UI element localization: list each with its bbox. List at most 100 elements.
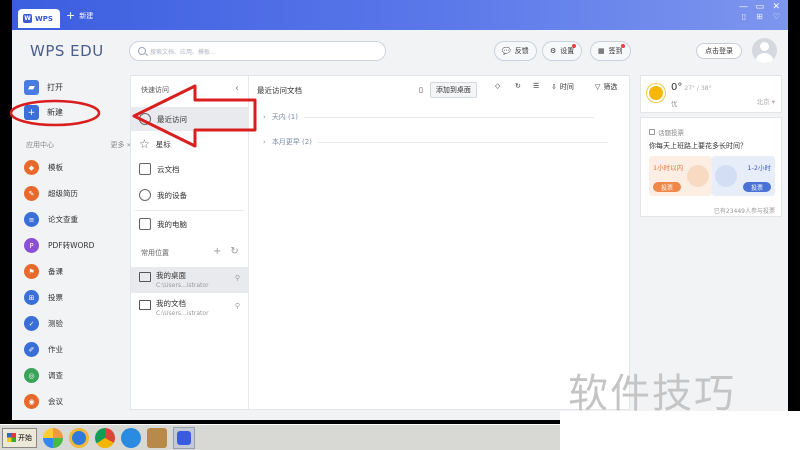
app-icon: ◎ — [24, 368, 39, 383]
nav-new[interactable]: + 新建 — [24, 105, 63, 120]
vote-question: 你每天上班路上要花多长时间？ — [649, 142, 747, 150]
app-item[interactable]: ✓ 测验 — [24, 316, 63, 331]
qq-browser-icon[interactable] — [121, 427, 141, 448]
paint-icon[interactable] — [147, 427, 167, 448]
sun-icon — [649, 86, 663, 100]
quick-access-title: 快速访问 — [141, 86, 169, 94]
group-week[interactable]: › 天内 (1) — [263, 112, 594, 122]
pin-icon[interactable]: ⚲ — [235, 274, 240, 282]
app-item[interactable]: ✎ 超级简历 — [24, 186, 78, 201]
chevron-right-icon: › — [263, 113, 266, 121]
nav-new-label: 新建 — [47, 108, 63, 117]
tab-wps[interactable]: W WPS — [18, 9, 60, 28]
login-button[interactable]: 点击登录 — [696, 43, 742, 59]
divider — [135, 210, 245, 211]
app-item[interactable]: P PDF转WORD — [24, 238, 94, 253]
location-desktop[interactable]: 我的桌面 C:\Users...istrator ⚲ — [131, 267, 248, 293]
grid-icon[interactable]: ⊞ — [756, 12, 763, 21]
location-documents[interactable]: 我的文档 C:\Users...istrator ⚲ — [131, 295, 248, 321]
vote-button[interactable]: 投票 — [653, 182, 681, 192]
app-icon: P — [24, 238, 39, 253]
app-icon: ⊞ — [24, 290, 39, 305]
time-label: 时间 — [559, 83, 574, 91]
app-item[interactable]: ◎ 调查 — [24, 368, 63, 383]
refresh-icon[interactable]: ↻ — [230, 246, 238, 257]
weather-widget[interactable]: 0° 27° / 38° 优 北京 ▾ — [640, 75, 782, 113]
qa-device-label: 我的设备 — [157, 190, 187, 200]
location-path: C:\Users...istrator — [156, 310, 209, 317]
app-item[interactable]: ✐ 作业 — [24, 342, 63, 357]
app-icon: ⚑ — [24, 264, 39, 279]
pin-icon[interactable]: ⚲ — [235, 302, 240, 310]
app-item[interactable]: ◆ 模板 — [24, 160, 63, 175]
wps-logo-icon: W — [23, 14, 32, 23]
qa-computer-label: 我的电脑 — [157, 219, 187, 229]
ie-icon[interactable] — [69, 427, 89, 448]
chevron-left-icon[interactable]: ‹ — [235, 83, 239, 94]
new-tab-button[interactable]: + 新建 — [66, 10, 94, 21]
quick-access-column: 快速访问 ‹ 最近访问 ☆ 星标 云文档 我的设备 我的电脑 常用位置 + ↻ … — [131, 76, 249, 409]
qa-recent[interactable]: 最近访问 — [131, 107, 248, 131]
app-icon: ✓ — [24, 316, 39, 331]
vote-title: 话题投票 — [649, 127, 684, 137]
star-icon: ☆ — [139, 137, 150, 151]
start-button[interactable]: 开始 — [2, 427, 37, 448]
add-to-desktop-label: 添加到桌面 — [429, 82, 477, 98]
tag-icon[interactable]: ◇ — [495, 82, 500, 90]
app-item[interactable]: ⊞ 投票 — [24, 290, 63, 305]
add-icon[interactable]: + — [213, 246, 221, 257]
recent-documents: 最近访问文档 ▯ 添加到桌面 ◇ ↻ ☰ ⇩ 时间 ▽ 筛选 › 天内 (1) … — [249, 76, 629, 409]
group-label: 本月更早 (2) — [271, 138, 312, 146]
skin-icon[interactable]: ♡ — [773, 12, 780, 21]
layout-icon[interactable]: ▯ — [742, 12, 746, 21]
qa-star[interactable]: ☆ 星标 — [131, 132, 248, 156]
sort-time-button[interactable]: ⇩ 时间 — [551, 82, 574, 92]
sort-down-icon: ⇩ — [551, 83, 557, 91]
vote-option-b: 1-2小时 投票 — [712, 156, 775, 196]
screen: W WPS + 新建 — ▭ ✕ ▯ ⊞ ♡ WPS EDU 搜索文档、应用、模… — [0, 0, 800, 450]
search-icon — [138, 47, 146, 55]
qa-cloud[interactable]: 云文档 — [131, 157, 248, 181]
group-month[interactable]: › 本月更早 (2) — [263, 137, 608, 147]
app-label: 超级简历 — [48, 189, 78, 198]
option-label: 1-2小时 — [747, 164, 771, 172]
more-link[interactable]: 更多 » — [110, 140, 131, 150]
temp-range: 27° / 38° — [684, 85, 712, 92]
avatar[interactable] — [752, 38, 777, 63]
filter-button[interactable]: ▽ 筛选 — [595, 82, 617, 92]
app-label: 会议 — [48, 397, 63, 406]
app-icon: ≡ — [24, 212, 39, 227]
city-select[interactable]: 北京 ▾ — [757, 96, 775, 106]
chrome-icon[interactable] — [95, 427, 115, 448]
add-to-desktop-button[interactable]: ▯ 添加到桌面 — [419, 82, 477, 98]
vote-count: 已有23449人参与投票 — [713, 208, 775, 215]
app-item[interactable]: ≡ 论文查重 — [24, 212, 78, 227]
vote-button[interactable]: 投票 — [743, 182, 771, 192]
recent-title: 最近访问文档 — [257, 86, 302, 95]
qa-device[interactable]: 我的设备 — [131, 183, 248, 207]
search-input[interactable]: 搜索文档、应用、模板... — [129, 41, 386, 61]
list-icon[interactable]: ☰ — [533, 82, 539, 90]
nav-open[interactable]: ▰ 打开 — [24, 80, 63, 95]
filter-icon: ▽ — [595, 83, 601, 91]
app-center-label: 应用中心 — [26, 141, 54, 149]
vote-title-label: 话题投票 — [658, 129, 684, 137]
temperature: 0° 27° / 38° — [671, 82, 711, 93]
minimize-icon[interactable]: — — [739, 2, 748, 12]
app-item[interactable]: ⚑ 备课 — [24, 264, 63, 279]
app-store-icon[interactable] — [43, 427, 63, 448]
checkin-button[interactable]: ▦ 签到 — [590, 41, 631, 61]
maximize-icon[interactable]: ▭ — [755, 2, 764, 12]
close-icon[interactable]: ✕ — [772, 2, 780, 12]
settings-button[interactable]: ⚙ 设置 — [542, 41, 583, 61]
new-tab-label: 新建 — [79, 12, 94, 20]
refresh-icon[interactable]: ↻ — [515, 82, 521, 90]
taskbar: 开始 — [0, 424, 560, 450]
qa-computer[interactable]: 我的电脑 — [131, 212, 248, 236]
app-label: 备课 — [48, 267, 63, 276]
feedback-button[interactable]: 💬 反馈 — [494, 41, 537, 61]
wps-taskbar-button[interactable] — [173, 426, 195, 449]
app-item[interactable]: ◉ 会议 — [24, 394, 63, 409]
brand-title: WPS EDU — [30, 42, 104, 60]
qa-recent-label: 最近访问 — [157, 114, 187, 124]
